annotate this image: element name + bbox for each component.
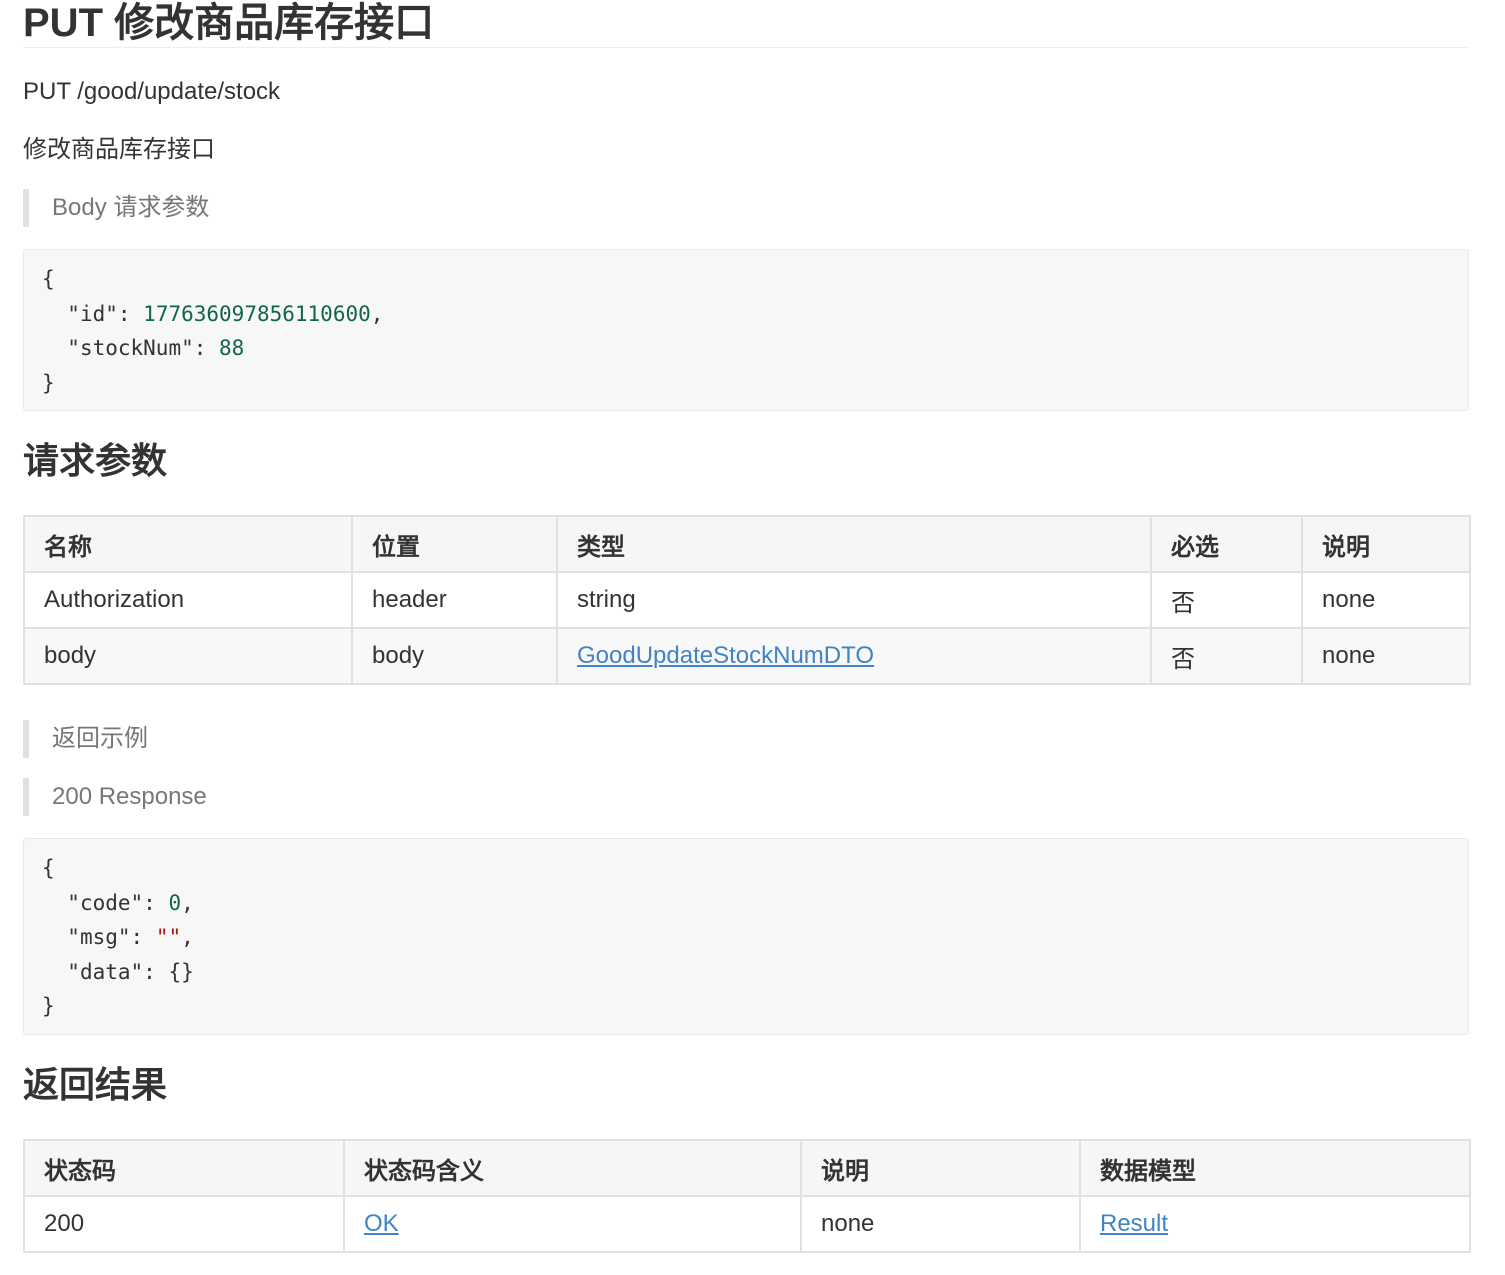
param-location: body bbox=[351, 627, 558, 685]
param-description: none bbox=[1301, 571, 1471, 629]
status-code: 200 bbox=[23, 1195, 345, 1253]
column-header: 必选 bbox=[1150, 515, 1303, 573]
data-model: Result bbox=[1079, 1195, 1471, 1253]
code-sep: : bbox=[143, 890, 169, 915]
code-sep: : bbox=[130, 925, 156, 949]
column-header: 位置 bbox=[351, 515, 558, 573]
code-value: "" bbox=[155, 925, 182, 949]
request-params-heading: 请求参数 bbox=[23, 440, 168, 481]
code-line: "code": 0, bbox=[42, 886, 1450, 921]
code-value: {} bbox=[168, 959, 194, 984]
code-value: 177636097856110600 bbox=[143, 301, 371, 326]
endpoint-description: 修改商品库存接口 bbox=[23, 136, 215, 163]
status-meaning: OK bbox=[343, 1195, 802, 1253]
response-example-label: 返回示例 bbox=[23, 720, 1469, 758]
column-header: 状态码含义 bbox=[343, 1139, 802, 1197]
code-close-brace: } bbox=[42, 370, 55, 395]
table-header-row: 名称 位置 类型 必选 说明 bbox=[23, 515, 1471, 573]
code-value: 0 bbox=[168, 890, 182, 915]
code-key: "code" bbox=[67, 890, 144, 915]
table-row: 200 OK none Result bbox=[23, 1195, 1471, 1253]
response-example-code-block: { "code": 0, "msg": "", "data": {} } bbox=[23, 838, 1469, 1035]
page-title: PUT 修改商品库存接口 bbox=[23, 1, 435, 45]
param-type-link[interactable]: GoodUpdateStockNumDTO bbox=[577, 642, 874, 669]
code-close-brace: } bbox=[42, 994, 55, 1018]
param-description: none bbox=[1301, 627, 1471, 685]
code-trail: , bbox=[181, 890, 194, 915]
column-header: 类型 bbox=[556, 515, 1152, 573]
code-key: "stockNum" bbox=[67, 336, 194, 360]
column-header: 说明 bbox=[800, 1139, 1081, 1197]
code-line: "stockNum": 88 bbox=[42, 331, 1450, 366]
param-type: string bbox=[556, 571, 1152, 629]
code-value: 88 bbox=[219, 336, 245, 360]
code-line: "id": 177636097856110600, bbox=[42, 297, 1450, 332]
code-sep: : bbox=[117, 301, 144, 326]
table-header-row: 状态码 状态码含义 说明 数据模型 bbox=[23, 1139, 1471, 1197]
param-location: header bbox=[351, 571, 558, 629]
code-trail: , bbox=[181, 925, 194, 949]
request-params-table: 名称 位置 类型 必选 说明 Authorization header stri… bbox=[23, 515, 1471, 685]
response-200-label-text: 200 Response bbox=[52, 783, 207, 810]
body-example-code-block: { "id": 177636097856110600, "stockNum": … bbox=[23, 249, 1469, 411]
data-model-link[interactable]: Result bbox=[1100, 1210, 1168, 1237]
code-key: "msg" bbox=[67, 925, 131, 949]
column-header: 状态码 bbox=[23, 1139, 345, 1197]
code-key: "data" bbox=[67, 959, 144, 984]
response-results-heading: 返回结果 bbox=[23, 1064, 168, 1105]
param-name: body bbox=[23, 627, 353, 685]
code-key: "id" bbox=[67, 301, 118, 326]
column-header: 说明 bbox=[1301, 515, 1471, 573]
code-sep: : bbox=[193, 336, 220, 360]
table-row: Authorization header string 否 none bbox=[23, 571, 1471, 629]
code-line: "data": {} bbox=[42, 955, 1450, 990]
table-row: body body GoodUpdateStockNumDTO 否 none bbox=[23, 627, 1471, 685]
column-header: 名称 bbox=[23, 515, 353, 573]
code-open-brace: { bbox=[42, 267, 55, 291]
code-trail: , bbox=[370, 301, 384, 326]
response-200-label: 200 Response bbox=[23, 778, 1469, 816]
param-required: 否 bbox=[1150, 627, 1303, 685]
param-name: Authorization bbox=[23, 571, 353, 629]
param-required: 否 bbox=[1150, 571, 1303, 629]
response-results-table: 状态码 状态码含义 说明 数据模型 200 OK none Result bbox=[23, 1139, 1471, 1253]
param-type: GoodUpdateStockNumDTO bbox=[556, 627, 1152, 685]
body-params-label-text: Body 请求参数 bbox=[52, 194, 210, 221]
title-divider bbox=[23, 47, 1469, 48]
code-line: "msg": "", bbox=[42, 920, 1450, 955]
response-example-label-text: 返回示例 bbox=[52, 725, 148, 752]
status-description: none bbox=[800, 1195, 1081, 1253]
endpoint-text: PUT /good/update/stock bbox=[23, 78, 281, 105]
body-params-label: Body 请求参数 bbox=[23, 189, 1469, 227]
status-meaning-link[interactable]: OK bbox=[364, 1210, 399, 1237]
code-open-brace: { bbox=[42, 856, 55, 880]
column-header: 数据模型 bbox=[1079, 1139, 1471, 1197]
code-sep: : bbox=[143, 959, 169, 984]
